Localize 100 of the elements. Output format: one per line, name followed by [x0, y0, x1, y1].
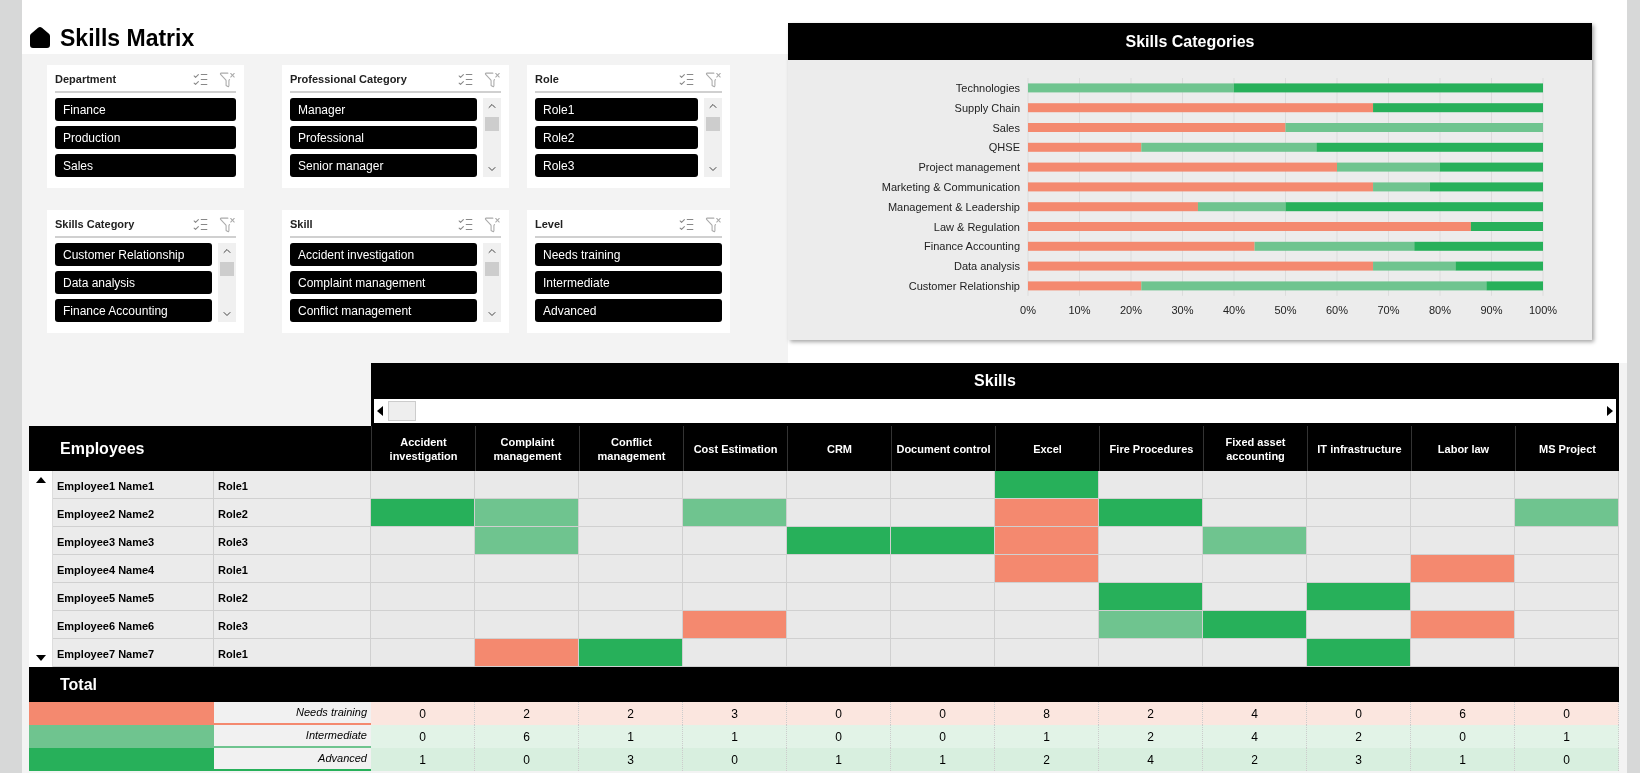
tick-label: 0%: [1020, 303, 1036, 316]
tick-label: 50%: [1274, 303, 1297, 316]
multi-select-icon[interactable]: [457, 71, 474, 88]
vertical-scrollbar[interactable]: [29, 471, 53, 667]
clear-filter-icon[interactable]: [484, 71, 501, 88]
category-label: Sales: [992, 121, 1020, 134]
employee-name-cell: Employee6 Name6: [53, 611, 214, 639]
total-cell: 1: [995, 725, 1099, 748]
tick-label: 30%: [1171, 303, 1194, 316]
employee-name-cell: Employee2 Name2: [53, 499, 214, 527]
total-cell: 0: [1515, 702, 1619, 725]
employee-name-cell: Employee4 Name4: [53, 555, 214, 583]
multi-select-icon[interactable]: [457, 216, 474, 233]
multi-select-icon[interactable]: [192, 216, 209, 233]
slicer-item[interactable]: Role1: [535, 98, 698, 121]
role-cell: Role2: [214, 499, 371, 527]
total-cell: 0: [371, 702, 475, 725]
scroll-thumb[interactable]: [220, 261, 234, 276]
slicer-item[interactable]: Needs training: [535, 243, 722, 266]
total-cell: 8: [995, 702, 1099, 725]
clear-filter-icon[interactable]: [705, 216, 722, 233]
total-cell: 1: [371, 748, 475, 771]
scroll-thumb[interactable]: [485, 261, 499, 276]
page-title: Skills Matrix: [60, 23, 195, 53]
clear-filter-icon[interactable]: [219, 216, 236, 233]
scrollbar[interactable]: [704, 98, 722, 177]
slicer-item[interactable]: Customer Relationship: [55, 243, 212, 266]
total-cell: 1: [579, 725, 683, 748]
multi-select-icon[interactable]: [678, 216, 695, 233]
slicer-item[interactable]: Role2: [535, 126, 698, 149]
role-cell: Role3: [214, 611, 371, 639]
scroll-thumb[interactable]: [706, 116, 720, 131]
scroll-thumb[interactable]: [485, 116, 499, 131]
tick-label: 10%: [1068, 303, 1091, 316]
role-cell: Role1: [214, 471, 371, 499]
slicer-item[interactable]: Data analysis: [55, 271, 212, 294]
horizontal-scrollbar[interactable]: [371, 399, 1619, 426]
total-cell: 1: [1515, 725, 1619, 748]
slicer-item[interactable]: Conflict management: [290, 299, 477, 322]
total-cell: 2: [1099, 725, 1203, 748]
employee-name-cell: Employee1 Name1: [53, 471, 214, 499]
slicer-item[interactable]: Manager: [290, 98, 477, 121]
chart-title: Skills Categories: [788, 23, 1592, 60]
slicer-item[interactable]: Role3: [535, 154, 698, 177]
slicer-item[interactable]: Advanced: [535, 299, 722, 322]
slicer-title: Skills Category: [55, 217, 136, 233]
total-cell: 4: [1099, 748, 1203, 771]
slicer-item[interactable]: Finance Accounting: [55, 299, 212, 322]
slicer-title: Role: [535, 72, 560, 88]
scrollbar[interactable]: [483, 98, 501, 177]
category-label: Project management: [918, 161, 1020, 174]
slicer-title: Level: [535, 217, 565, 233]
slicer-item[interactable]: Production: [55, 126, 236, 149]
total-cell: 2: [1099, 702, 1203, 725]
clear-filter-icon[interactable]: [484, 216, 501, 233]
total-cell: 0: [371, 725, 475, 748]
employee-name-cell: Employee5 Name5: [53, 583, 214, 611]
slicer-title: Skill: [290, 217, 314, 233]
category-label: Customer Relationship: [908, 279, 1020, 292]
clear-filter-icon[interactable]: [705, 71, 722, 88]
multi-select-icon[interactable]: [678, 71, 695, 88]
role-cell: Role1: [214, 639, 371, 667]
total-cell: 1: [1411, 748, 1515, 771]
slicer-item[interactable]: Intermediate: [535, 271, 722, 294]
total-cell: 4: [1203, 702, 1307, 725]
employee-name-cell: Employee7 Name7: [53, 639, 214, 667]
total-cell: 6: [1411, 702, 1515, 725]
multi-select-icon[interactable]: [192, 71, 209, 88]
category-label: Data analysis: [953, 260, 1020, 273]
category-label: Marketing & Communication: [881, 180, 1020, 193]
role-cell: Role2: [214, 583, 371, 611]
scrollbar[interactable]: [218, 243, 236, 322]
tick-label: 20%: [1120, 303, 1142, 316]
total-header: Total: [60, 674, 98, 695]
tick-label: 70%: [1377, 303, 1400, 316]
slicer-item[interactable]: Accident investigation: [290, 243, 477, 266]
total-cell: 0: [891, 725, 995, 748]
tick-label: 40%: [1223, 303, 1245, 316]
slicer-item[interactable]: Professional: [290, 126, 477, 149]
tick-label: 100%: [1528, 303, 1558, 316]
total-cell: 2: [579, 702, 683, 725]
total-cell: 0: [1411, 725, 1515, 748]
slicer-item[interactable]: Sales: [55, 154, 236, 177]
category-label: Law & Regulation: [933, 220, 1020, 233]
tick-label: 60%: [1326, 303, 1348, 316]
category-label: QHSE: [988, 141, 1020, 154]
slicer-item[interactable]: Finance: [55, 98, 236, 121]
home-icon[interactable]: [28, 26, 52, 50]
total-cell: 3: [579, 748, 683, 771]
slicer-item[interactable]: Senior manager: [290, 154, 477, 177]
role-cell: Role1: [214, 555, 371, 583]
total-cell: 4: [1203, 725, 1307, 748]
slicer-item[interactable]: Complaint management: [290, 271, 477, 294]
clear-filter-icon[interactable]: [219, 71, 236, 88]
scrollbar[interactable]: [483, 243, 501, 322]
role-cell: Role3: [214, 527, 371, 555]
category-label: Finance Accounting: [924, 240, 1020, 253]
total-cell: 1: [683, 725, 787, 748]
scroll-thumb[interactable]: [388, 401, 416, 421]
total-cell: 0: [683, 748, 787, 771]
